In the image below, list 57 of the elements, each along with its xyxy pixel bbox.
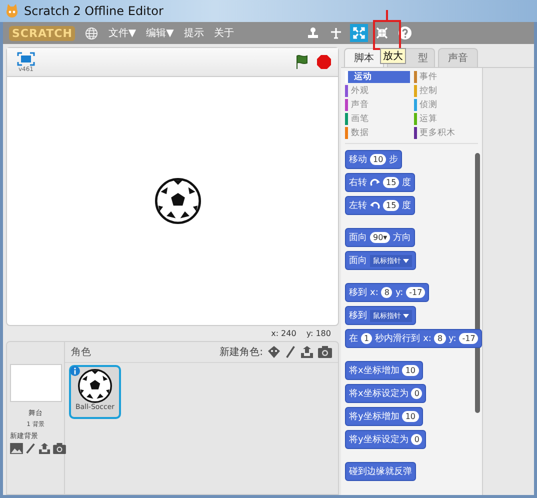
brush-icon[interactable] [25, 443, 36, 454]
motion-block[interactable]: 将x坐标增加 10 [345, 361, 423, 380]
scrollbar[interactable] [475, 153, 480, 413]
camera-icon[interactable] [318, 346, 332, 358]
number-input[interactable]: 0 [411, 388, 422, 399]
upload-icon[interactable] [38, 443, 51, 454]
flag-icon[interactable] [294, 54, 310, 70]
motion-block[interactable]: 在 1 秒内滑行到 x: 8 y: -17 [345, 329, 482, 348]
motion-block[interactable]: 将y坐标设定为 0 [345, 430, 426, 449]
brush-icon[interactable] [285, 345, 296, 359]
motion-block[interactable]: 将x坐标设定为 0 [345, 384, 426, 403]
x-coordinate: x: 240 [271, 329, 296, 338]
clockwise-icon [370, 178, 380, 188]
number-input[interactable]: 15 [383, 200, 400, 211]
fullscreen-icon[interactable] [17, 52, 35, 66]
motion-block[interactable]: 左转 15 度 [345, 196, 416, 215]
number-input[interactable]: 15 [383, 177, 400, 188]
number-input[interactable]: 10 [370, 154, 386, 165]
info-icon[interactable] [70, 366, 80, 376]
counterclockwise-icon [370, 200, 380, 210]
number-input[interactable]: 8 [434, 333, 446, 344]
motion-block[interactable]: 移到 x: 8 y: -17 [345, 283, 430, 302]
number-input[interactable]: 90▾ [370, 232, 390, 243]
tab[interactable]: 脚本 [344, 48, 384, 67]
upload-icon[interactable] [300, 345, 314, 359]
number-input[interactable]: 10 [402, 411, 419, 422]
soccer-ball-drawing [154, 178, 200, 224]
image-icon[interactable] [10, 443, 23, 454]
number-input[interactable]: 10 [402, 365, 419, 376]
caret-icon [403, 258, 409, 262]
number-input[interactable]: 0 [411, 434, 422, 445]
category-item[interactable]: 运动 [345, 71, 410, 83]
stop-icon[interactable] [316, 54, 332, 70]
soccer-ball-drawing [78, 369, 112, 403]
motion-block[interactable]: 面向 90▾ 方向 [345, 228, 416, 247]
new-sprite-label: 新建角色: [220, 346, 263, 359]
help-icon[interactable] [396, 24, 414, 42]
tooltip: 放大 [380, 48, 406, 64]
motion-block[interactable]: 将y坐标增加 10 [345, 407, 423, 426]
grow-icon[interactable] [350, 24, 368, 42]
caret-icon [403, 314, 409, 318]
stage-thumbnail[interactable] [10, 364, 62, 402]
motion-block[interactable]: 移动 10 步 [345, 150, 402, 169]
sprites-heading: 角色 [71, 346, 91, 359]
number-input[interactable]: 8 [381, 287, 392, 298]
window-title: Scratch 2 Offline Editor [24, 4, 164, 18]
number-input[interactable]: -17 [406, 287, 426, 298]
tab[interactable]: 声音 [438, 48, 478, 67]
y-coordinate: y: 180 [306, 329, 331, 338]
globe-icon[interactable] [85, 26, 98, 40]
number-input[interactable]: -17 [459, 333, 478, 344]
motion-block[interactable]: 碰到边缘就反弹 [345, 462, 416, 481]
number-input[interactable]: 1 [361, 333, 372, 344]
sprite-library-icon[interactable] [267, 345, 281, 359]
motion-block[interactable]: 右转 15 度 [345, 173, 416, 192]
cat-icon [5, 4, 19, 18]
camera-icon[interactable] [53, 443, 66, 454]
